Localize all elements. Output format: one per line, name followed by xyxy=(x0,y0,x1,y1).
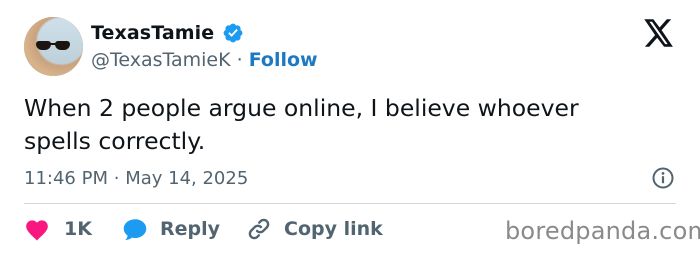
tweet-text-line: When 2 people argue online, I believe wh… xyxy=(24,94,579,122)
speech-bubble-icon xyxy=(123,219,147,241)
meta-separator: · xyxy=(113,168,120,189)
handle-separator: · xyxy=(236,49,243,71)
author-display-name[interactable]: TexasTamie xyxy=(91,22,214,44)
info-icon[interactable] xyxy=(651,166,675,190)
reply-button[interactable]: Reply xyxy=(122,215,220,243)
like-button[interactable]: 1K xyxy=(24,215,92,243)
copy-link-button[interactable]: Copy link xyxy=(246,215,383,243)
x-logo-icon[interactable] xyxy=(644,19,674,47)
tweet-text-line: spells correctly. xyxy=(24,127,206,155)
heart-icon xyxy=(26,220,48,241)
divider xyxy=(24,203,676,204)
author-handle-line: @TexasTamieK · Follow xyxy=(91,49,318,71)
tweet-date: May 14, 2025 xyxy=(125,168,249,189)
reply-label: Reply xyxy=(160,218,221,240)
author-handle[interactable]: @TexasTamieK xyxy=(91,49,231,71)
copy-link-label: Copy link xyxy=(284,218,383,240)
follow-button[interactable]: Follow xyxy=(249,49,318,71)
tweet-timestamp[interactable]: 11:46 PM · May 14, 2025 xyxy=(24,168,248,189)
link-icon xyxy=(248,218,270,240)
watermark: boredpanda.com xyxy=(505,217,700,245)
sunglasses-icon xyxy=(36,41,72,51)
tweet-text: When 2 people argue online, I believe wh… xyxy=(24,92,684,158)
verified-badge-icon xyxy=(223,23,243,43)
avatar[interactable] xyxy=(24,17,83,76)
like-count: 1K xyxy=(64,218,92,240)
tweet-time: 11:46 PM xyxy=(24,168,108,189)
